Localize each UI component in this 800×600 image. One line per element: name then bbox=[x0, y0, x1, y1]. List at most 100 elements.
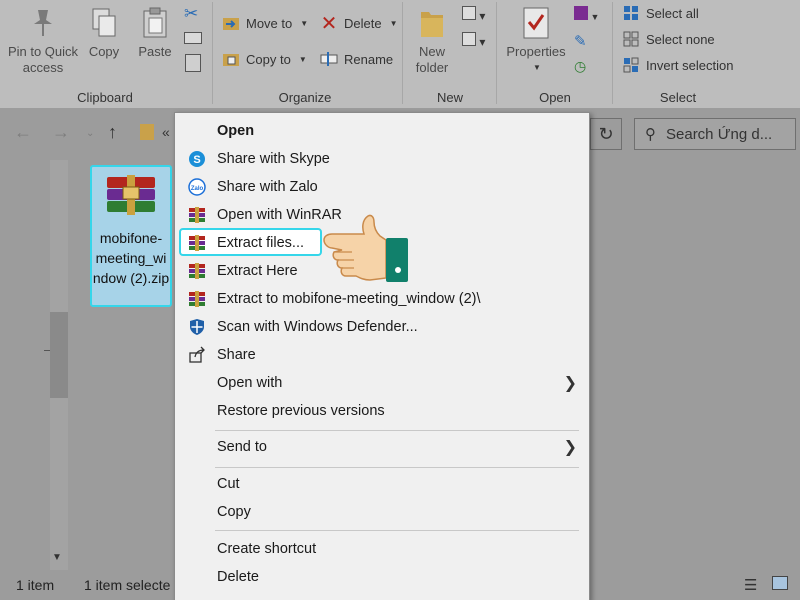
large-icons-view-icon[interactable] bbox=[772, 576, 788, 590]
select-all-button[interactable]: Select all bbox=[622, 4, 699, 22]
paste-label: Paste bbox=[138, 44, 172, 59]
menu-label: Extract Here bbox=[217, 263, 298, 279]
select-group-label: Select bbox=[659, 90, 697, 105]
group-separator bbox=[212, 2, 213, 104]
move-to-button[interactable]: Move to ▼ bbox=[222, 14, 308, 32]
pin-to-quick-access-button[interactable]: Pin to Quick access bbox=[6, 6, 80, 76]
rename-label: Rename bbox=[344, 51, 394, 67]
invert-selection-label: Invert selection bbox=[646, 57, 734, 73]
menu-label: Send to bbox=[217, 439, 267, 455]
menu-label: Share bbox=[217, 347, 256, 363]
menu-item-copy[interactable]: Copy bbox=[175, 498, 589, 526]
zip-file-item[interactable]: mobifone-meeting_window (2).zip bbox=[90, 165, 172, 307]
group-separator bbox=[402, 2, 403, 104]
rename-button[interactable]: Rename bbox=[320, 50, 393, 68]
paste-icon bbox=[140, 6, 170, 40]
delete-icon: ✕ bbox=[320, 12, 338, 35]
refresh-icon: ↻ bbox=[598, 123, 614, 144]
ribbon: Pin to Quick access Copy Paste ✂ Clipboa… bbox=[0, 0, 800, 108]
pin-label-2: access bbox=[22, 60, 64, 75]
menu-label: Open with bbox=[217, 375, 283, 391]
paste-button[interactable]: Paste bbox=[134, 6, 176, 60]
properties-icon bbox=[521, 6, 551, 40]
menu-item-send-to[interactable]: Send to ❯ bbox=[175, 433, 589, 461]
refresh-button[interactable]: ↻ bbox=[590, 118, 622, 150]
menu-separator bbox=[215, 530, 579, 531]
properties-button[interactable]: Properties ▼ bbox=[502, 6, 570, 76]
menu-label: Extract files... bbox=[217, 235, 305, 251]
menu-label: Copy bbox=[217, 504, 251, 520]
menu-label: Share with Skype bbox=[217, 151, 330, 167]
chevron-right-icon: ❯ bbox=[563, 375, 577, 392]
copy-path-icon[interactable] bbox=[184, 32, 202, 44]
clipboard-group-label: Clipboard bbox=[77, 90, 133, 105]
winrar-archive-icon bbox=[105, 173, 157, 220]
select-all-icon bbox=[622, 4, 640, 22]
menu-item-scan-with-defender[interactable]: Scan with Windows Defender... bbox=[175, 313, 589, 341]
menu-label: Delete bbox=[217, 569, 259, 585]
divider bbox=[44, 350, 50, 351]
edit-icon[interactable]: ✎ bbox=[574, 32, 587, 50]
menu-item-cut[interactable]: Cut bbox=[175, 470, 589, 498]
search-input[interactable]: ⚲ Search Ứng d... bbox=[634, 118, 796, 150]
paste-shortcut-icon[interactable] bbox=[185, 54, 201, 72]
copy-to-label: Copy to bbox=[246, 51, 291, 67]
menu-item-delete[interactable]: Delete bbox=[175, 563, 589, 591]
group-separator bbox=[496, 2, 497, 104]
scroll-down-icon[interactable]: ▼ bbox=[52, 552, 62, 563]
menu-item-share[interactable]: Share bbox=[175, 341, 589, 369]
open-icon[interactable]: ▼ bbox=[574, 6, 604, 22]
menu-item-create-shortcut[interactable]: Create shortcut bbox=[175, 535, 589, 563]
share-icon bbox=[187, 345, 207, 365]
scrollbar-thumb[interactable] bbox=[50, 312, 68, 398]
history-icon[interactable]: ◷ bbox=[574, 58, 586, 75]
menu-item-open-with[interactable]: Open with ❯ bbox=[175, 369, 589, 397]
copy-button[interactable]: Copy bbox=[84, 6, 124, 60]
menu-label: Restore previous versions bbox=[217, 403, 385, 419]
folder-icon bbox=[140, 124, 154, 140]
menu-item-share-with-skype[interactable]: S Share with Skype bbox=[175, 145, 589, 173]
up-arrow-icon[interactable]: ↑ bbox=[108, 122, 117, 143]
selected-count: 1 item selecte bbox=[84, 577, 171, 593]
copy-to-button[interactable]: Copy to ▼ bbox=[222, 50, 307, 68]
invert-selection-button[interactable]: Invert selection bbox=[622, 56, 733, 74]
new-item-icon[interactable]: ▾ bbox=[462, 6, 490, 23]
copy-to-icon bbox=[222, 50, 240, 68]
file-name: mobifone-meeting_window (2).zip bbox=[92, 230, 170, 286]
winrar-icon bbox=[187, 261, 207, 281]
menu-label: Create shortcut bbox=[217, 541, 317, 557]
winrar-icon bbox=[187, 289, 207, 309]
menu-label: Extract to mobifone-meeting_window (2)\ bbox=[217, 291, 481, 307]
context-menu: Open S Share with Skype Zalo Share with … bbox=[174, 112, 590, 600]
pin-label-1: Pin to Quick bbox=[7, 44, 79, 59]
chevron-right-icon: ❯ bbox=[563, 439, 577, 456]
menu-item-open[interactable]: Open bbox=[175, 117, 589, 145]
search-placeholder: Search Ứng d... bbox=[666, 125, 773, 143]
back-arrow-icon[interactable]: ← bbox=[14, 122, 32, 143]
chevron-down-icon: ▼ bbox=[300, 18, 309, 28]
details-view-icon[interactable]: ☰ bbox=[744, 576, 757, 594]
zalo-icon: Zalo bbox=[187, 177, 207, 197]
delete-button[interactable]: ✕ Delete ▼ bbox=[320, 12, 398, 35]
recent-locations-icon[interactable]: ⌄ bbox=[86, 128, 94, 139]
winrar-icon bbox=[187, 233, 207, 253]
select-none-icon bbox=[622, 30, 640, 48]
chevron-down-icon: ▼ bbox=[533, 63, 541, 72]
copy-icon bbox=[89, 6, 119, 40]
breadcrumb[interactable]: « bbox=[162, 124, 170, 140]
forward-arrow-icon[interactable]: → bbox=[52, 122, 70, 143]
menu-item-share-with-zalo[interactable]: Zalo Share with Zalo bbox=[175, 173, 589, 201]
new-folder-button[interactable]: New folder bbox=[410, 6, 454, 76]
cut-icon[interactable]: ✂ bbox=[184, 4, 198, 24]
select-none-button[interactable]: Select none bbox=[622, 30, 715, 48]
menu-label: Share with Zalo bbox=[217, 179, 318, 195]
new-folder-label-1: New bbox=[418, 44, 445, 59]
skype-icon: S bbox=[187, 149, 207, 169]
menu-separator bbox=[215, 430, 579, 431]
new-folder-label-2: folder bbox=[415, 60, 449, 75]
easy-access-icon[interactable]: ▾ bbox=[462, 32, 490, 49]
winrar-icon bbox=[187, 205, 207, 225]
pointing-hand-icon bbox=[320, 210, 412, 293]
menu-label: Scan with Windows Defender... bbox=[217, 319, 418, 335]
menu-item-restore-previous-versions[interactable]: Restore previous versions bbox=[175, 397, 589, 425]
